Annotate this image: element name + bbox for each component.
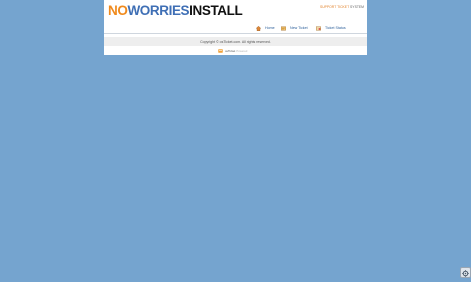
system-text: SYSTEM xyxy=(350,5,364,9)
settings-gear-icon xyxy=(462,264,469,282)
support-ticket-text: SUPPORT TICKET xyxy=(319,5,350,9)
nav-home-label: Home xyxy=(265,26,275,30)
settings-widget-button[interactable] xyxy=(460,267,471,278)
nav-ticket-status-label: Ticket Status xyxy=(325,26,346,30)
nav-ticket-status-link[interactable]: Ticket Status xyxy=(316,25,346,31)
footer: Copyright © osTicket.com. All rights res… xyxy=(104,37,367,46)
logo-part-no: NO xyxy=(108,3,128,18)
copyright-text: Copyright © osTicket.com. All rights res… xyxy=(200,39,271,44)
nav-new-ticket-label: New Ticket xyxy=(290,26,308,30)
powered-suffix: Powered xyxy=(236,48,248,53)
powered-by-badge[interactable]: osTicket Powered xyxy=(218,48,247,53)
logo-part-worries: WORRIES xyxy=(127,3,190,18)
nav-home-link[interactable]: Home xyxy=(255,25,275,31)
logo-part-install: INSTALL xyxy=(189,3,243,18)
support-system-label: SUPPORT TICKET SYSTEM xyxy=(320,5,364,9)
new-ticket-icon xyxy=(281,26,286,31)
home-icon xyxy=(255,25,262,31)
osticket-logo-icon xyxy=(218,48,223,53)
ticket-status-icon xyxy=(316,26,321,31)
content-panel: NOWORRIESINSTALL SUPPORT TICKET SYSTEM H… xyxy=(104,0,367,55)
site-header: NOWORRIESINSTALL SUPPORT TICKET SYSTEM xyxy=(104,0,367,22)
nav-new-ticket-link[interactable]: New Ticket xyxy=(281,25,308,31)
powered-brand: osTicket xyxy=(225,48,236,53)
main-nav: Home New Ticket Ticket Status xyxy=(104,22,367,34)
site-logo[interactable]: NOWORRIESINSTALL xyxy=(108,3,243,19)
